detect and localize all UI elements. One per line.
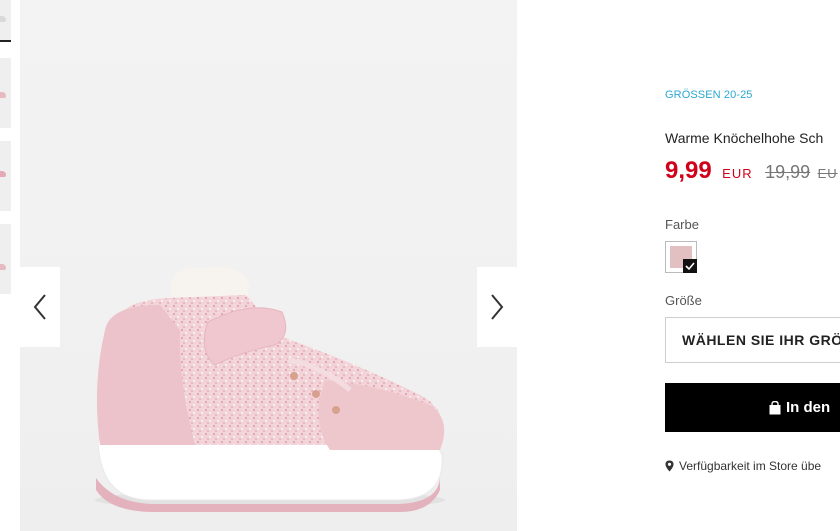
chevron-left-icon	[33, 294, 46, 320]
product-shoe-image	[95, 266, 445, 512]
thumbnail-1[interactable]	[0, 0, 11, 42]
checkmark-icon	[683, 259, 697, 273]
size-range-label: GRÖSSEN 20-25	[665, 89, 753, 101]
store-availability-text: Verfügbarkeit im Store übe	[679, 459, 822, 473]
old-price: 19,99	[765, 162, 811, 182]
add-to-cart-label: In den	[786, 399, 831, 416]
color-swatch-pink[interactable]	[665, 241, 697, 273]
add-to-cart-button[interactable]: In den	[665, 383, 840, 432]
color-label: Farbe	[665, 217, 699, 232]
size-select-placeholder: WÄHLEN SIE IHR GRÖ	[682, 332, 840, 348]
product-info-panel: GRÖSSEN 20-25 Warme Knöchelhohe Sch 9,99…	[665, 0, 840, 531]
current-currency: EUR	[722, 166, 753, 181]
thumbnail-3[interactable]	[0, 141, 11, 211]
thumbnail-2[interactable]	[0, 58, 11, 128]
main-product-image	[20, 0, 517, 531]
next-image-button[interactable]	[477, 267, 517, 347]
thumbnail-strip	[0, 0, 12, 531]
thumbnail-4[interactable]	[0, 224, 11, 294]
shopping-bag-icon	[769, 400, 781, 415]
store-availability-link[interactable]: Verfügbarkeit im Store übe	[665, 459, 821, 473]
size-label: Größe	[665, 293, 702, 308]
price-row: 9,99 EUR 19,99 EU	[665, 157, 838, 185]
current-price: 9,99	[665, 157, 712, 184]
location-pin-icon	[665, 460, 674, 472]
old-currency: EU	[817, 166, 838, 181]
previous-image-button[interactable]	[20, 267, 60, 347]
size-select[interactable]: WÄHLEN SIE IHR GRÖ	[665, 317, 840, 363]
chevron-right-icon	[491, 294, 504, 320]
product-title: Warme Knöchelhohe Sch	[665, 130, 824, 146]
